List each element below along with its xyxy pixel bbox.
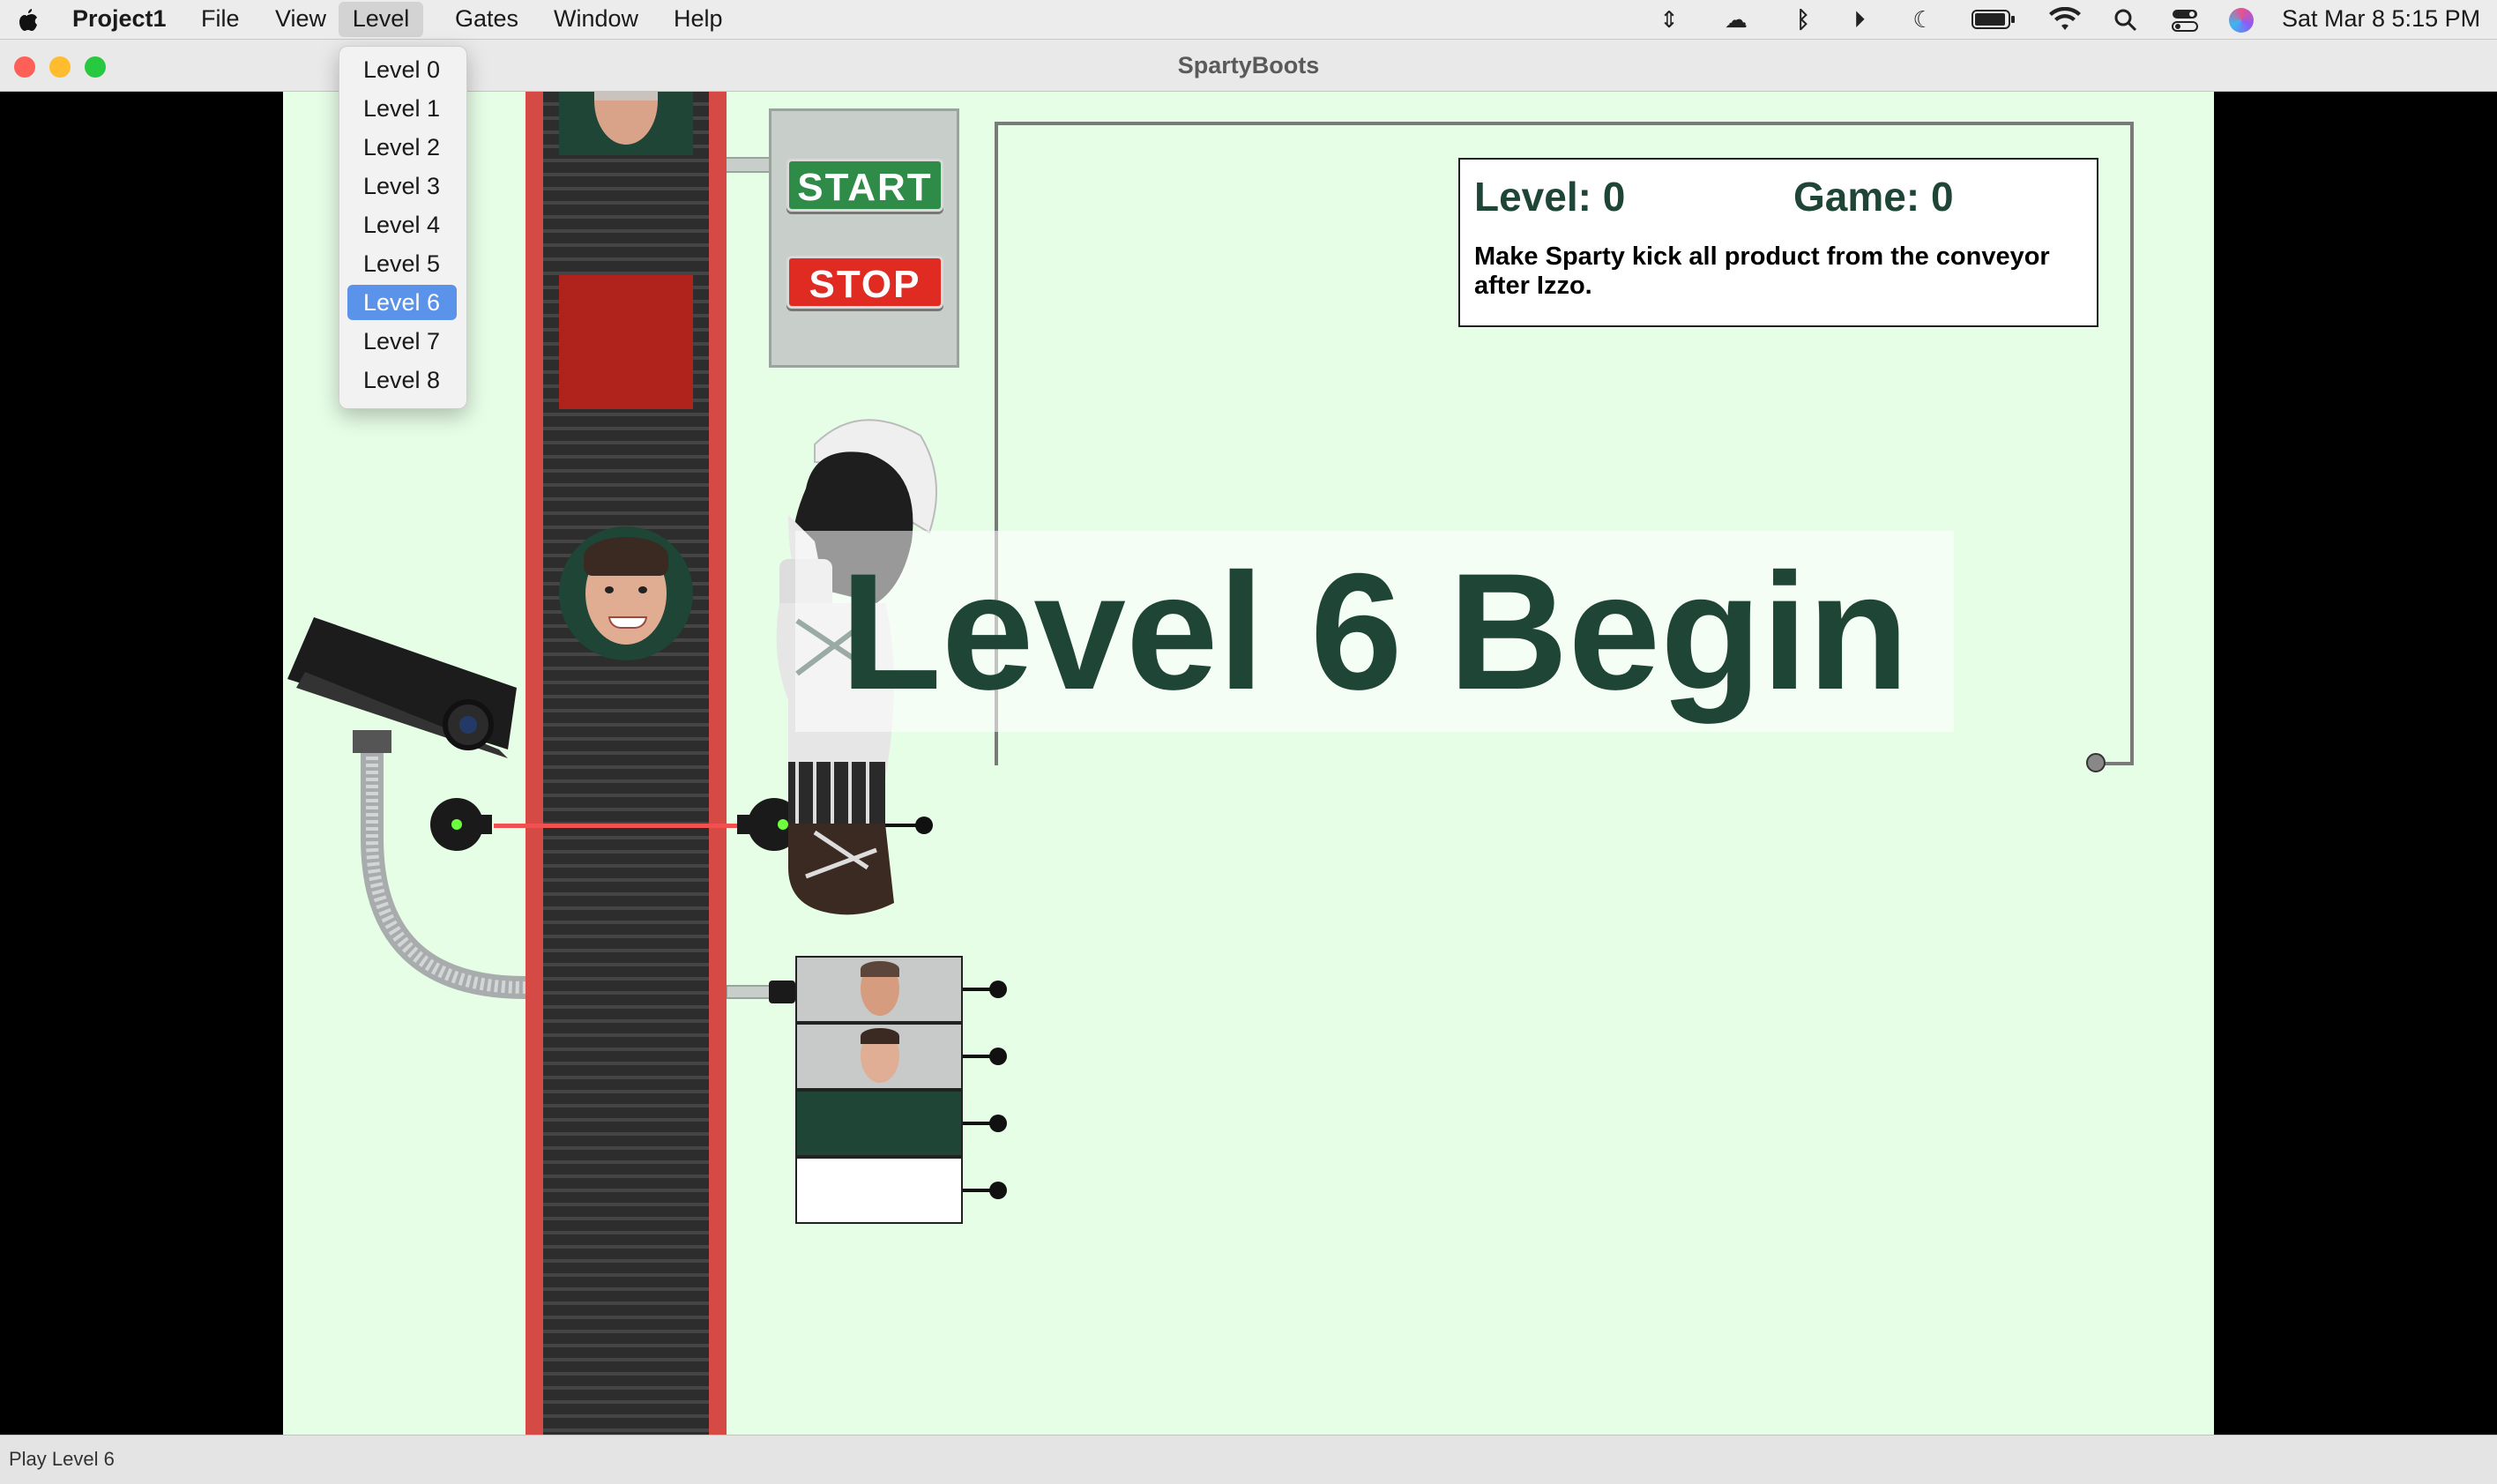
level-menu-item-4[interactable]: Level 4 <box>347 207 457 242</box>
menu-gates[interactable]: Gates <box>455 0 518 39</box>
play-circle-icon[interactable]: ⏵ <box>1845 5 1875 34</box>
status-bar-text: Play Level 6 <box>9 1448 115 1470</box>
menu-clock[interactable]: Sat Mar 8 5:15 PM <box>2282 0 2480 39</box>
bin-pin-2[interactable] <box>989 1048 1007 1065</box>
stop-button[interactable]: STOP <box>786 256 943 309</box>
status-bar <box>0 1435 2497 1484</box>
menu-level[interactable]: Level <box>339 2 423 37</box>
level-counter: Level: 0 <box>1474 174 1626 220</box>
sensor-slot-izzo <box>795 956 963 1023</box>
control-center-icon[interactable] <box>2171 7 2199 34</box>
product-face-circle <box>559 526 693 660</box>
level-menu-item-5[interactable]: Level 5 <box>347 246 457 281</box>
sensor-slot-white <box>795 1157 963 1224</box>
level-banner-text: Level 6 Begin <box>840 539 1909 724</box>
level-menu-item-7[interactable]: Level 7 <box>347 324 457 359</box>
transfer-arrows-icon[interactable]: ⇕ <box>1654 5 1684 34</box>
product-red-square <box>559 275 693 409</box>
product-izzo-face <box>559 92 693 155</box>
bin-pin-1[interactable] <box>989 981 1007 998</box>
level-menu-item-0[interactable]: Level 0 <box>347 52 457 87</box>
moon-icon[interactable]: ☾ <box>1908 5 1938 34</box>
level-menu-item-6[interactable]: Level 6 <box>347 285 457 320</box>
menu-view[interactable]: View <box>275 0 326 39</box>
laser-beam <box>494 824 758 828</box>
bin-pin-4[interactable] <box>989 1182 1007 1199</box>
laser-emitter-left <box>430 797 494 852</box>
level-menu-item-8[interactable]: Level 8 <box>347 362 457 398</box>
security-camera-icon <box>287 617 534 1005</box>
start-button[interactable]: START <box>786 159 943 212</box>
level-menu-item-2[interactable]: Level 2 <box>347 130 457 165</box>
sensor-slot-face <box>795 1023 963 1090</box>
panel-connector <box>727 157 771 173</box>
control-panel <box>769 108 959 368</box>
menu-file[interactable]: File <box>201 0 240 39</box>
app-menu[interactable]: Project1 <box>72 0 167 39</box>
siri-icon[interactable] <box>2229 8 2254 33</box>
sensor-slot-green <box>795 1090 963 1157</box>
scoreboard-output-pin[interactable] <box>2086 753 2106 772</box>
game-counter: Game: 0 <box>1793 174 1954 220</box>
cloud-status-icon[interactable]: ☁ <box>1721 5 1751 34</box>
bin-pin-3[interactable] <box>989 1115 1007 1132</box>
bin-connector <box>726 979 797 1005</box>
menu-window[interactable]: Window <box>554 0 638 39</box>
search-icon[interactable] <box>2113 7 2139 34</box>
battery-icon[interactable] <box>1972 9 2016 30</box>
level-menu-item-3[interactable]: Level 3 <box>347 168 457 204</box>
bluetooth-icon[interactable]: ᛒ <box>1788 5 1818 34</box>
menu-help[interactable]: Help <box>674 0 723 39</box>
level-menu-item-1[interactable]: Level 1 <box>347 91 457 126</box>
instructions-text: Make Sparty kick all product from the co… <box>1474 242 2050 300</box>
apple-icon[interactable] <box>14 5 41 34</box>
wifi-icon[interactable] <box>2047 6 2083 32</box>
